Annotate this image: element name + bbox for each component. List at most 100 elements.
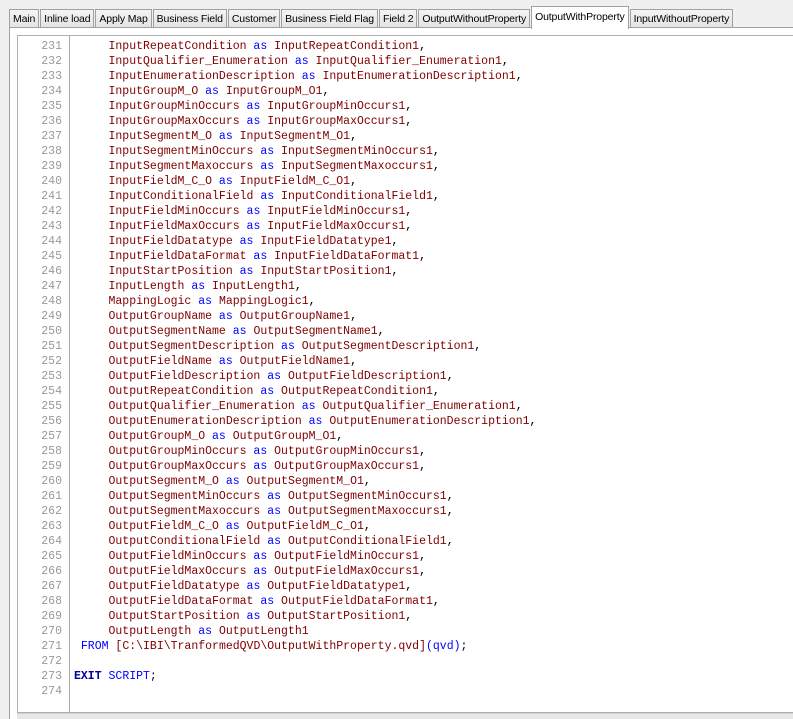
field-token: OutputSegmentDescription1: [301, 340, 475, 353]
line-number: 234: [41, 85, 62, 98]
keyword-token: as: [246, 550, 275, 563]
field-token: InputGroupMaxOccurs: [74, 115, 240, 128]
code-text: OutputSegmentDescription as OutputSegmen…: [74, 339, 482, 354]
code-text: MappingLogic as MappingLogic1,: [74, 294, 316, 309]
line-number: 255: [41, 400, 62, 413]
line-number: 258: [41, 445, 62, 458]
tab-field-2[interactable]: Field 2: [378, 9, 418, 29]
field-token: OutputLength: [74, 625, 192, 638]
field-token: OutputSegmentName1: [253, 325, 378, 338]
code-line: 257 OutputGroupM_O as OutputGroupM_O1,: [18, 429, 793, 444]
code-line: 233 InputEnumerationDescription as Input…: [18, 69, 793, 84]
code-line: 242 InputFieldMinOccurs as InputFieldMin…: [18, 204, 793, 219]
code-text: OutputSegmentMinOccurs as OutputSegmentM…: [74, 489, 454, 504]
keyword-token: as: [260, 535, 288, 548]
field-token: InputFieldDataFormat: [74, 250, 247, 263]
tab-outputwithproperty[interactable]: OutputWithProperty: [531, 6, 629, 29]
punctuation-token: ,: [432, 190, 440, 203]
field-token: InputFieldMaxOccurs1: [267, 220, 406, 233]
field-token: OutputFieldDatatype: [74, 580, 240, 593]
keyword-token: as: [253, 145, 282, 158]
punctuation-token: ,: [405, 205, 413, 218]
code-text: InputEnumerationDescription as InputEnum…: [74, 69, 523, 84]
horizontal-scrollbar[interactable]: [17, 713, 793, 719]
field-token: OutputFieldName1: [239, 355, 351, 368]
field-token: OutputSegmentDescription: [74, 340, 275, 353]
keyword-token: as: [246, 445, 275, 458]
punctuation-token: ,: [419, 445, 426, 458]
tab-inline-load[interactable]: Inline load: [40, 9, 95, 29]
keyword-token: as: [294, 400, 323, 413]
line-number: 245: [41, 250, 62, 263]
script-editor[interactable]: 231 InputRepeatCondition as InputRepeatC…: [17, 35, 793, 713]
field-token: InputFieldM_C_O: [74, 175, 213, 188]
field-token: OutputSegmentM_O1: [246, 475, 364, 488]
code-text: InputFieldDatatype as InputFieldDatatype…: [74, 234, 399, 249]
code-line: 255 OutputQualifier_Enumeration as Outpu…: [18, 399, 793, 414]
tab-business-field[interactable]: Business Field: [152, 9, 227, 29]
tab-apply-map[interactable]: Apply Map: [95, 9, 152, 29]
punctuation-token: ,: [432, 145, 440, 158]
code-line: 247 InputLength as InputLength1,: [18, 279, 793, 294]
punctuation-token: ;: [149, 670, 157, 683]
code-line: 271 FROM [C:\IBI\TranformedQVD\OutputWit…: [18, 639, 793, 654]
field-token: InputEnumerationDescription: [74, 70, 295, 83]
line-number: 263: [41, 520, 62, 533]
field-token: OutputRepeatCondition1: [281, 385, 433, 398]
tab-business-field-flag[interactable]: Business Field Flag: [281, 9, 378, 29]
line-number: 269: [41, 610, 62, 623]
code-line: 244 InputFieldDatatype as InputFieldData…: [18, 234, 793, 249]
field-token: InputGroupM_O: [74, 85, 199, 98]
code-text: OutputLength as OutputLength1: [74, 624, 309, 639]
field-token: InputQualifier_Enumeration: [74, 55, 288, 68]
code-text: OutputStartPosition as OutputStartPositi…: [74, 609, 413, 624]
line-number: 233: [41, 70, 62, 83]
keyword-token: (qvd): [425, 640, 461, 653]
punctuation-token: ,: [446, 490, 454, 503]
code-text: InputGroupM_O as InputGroupM_O1,: [74, 84, 330, 99]
punctuation-token: ,: [446, 535, 454, 548]
field-token: OutputConditionalField: [74, 535, 261, 548]
field-token: OutputGroupM_O1: [232, 430, 337, 443]
field-token: OutputFieldName: [74, 355, 213, 368]
line-number: 241: [41, 190, 62, 203]
line-number: 273: [41, 670, 62, 683]
tab-inputwithoutproperty[interactable]: InputWithoutProperty: [629, 9, 734, 29]
line-number: 232: [41, 55, 62, 68]
code-text: InputStartPosition as InputStartPosition…: [74, 264, 399, 279]
line-number: 247: [41, 280, 62, 293]
line-number: 272: [41, 655, 62, 668]
code-line: 274: [18, 684, 793, 699]
keyword-token: as: [232, 265, 261, 278]
keyword-token: as: [253, 190, 282, 203]
tab-main[interactable]: Main: [9, 9, 40, 29]
punctuation-token: ,: [432, 385, 440, 398]
tab-customer[interactable]: Customer: [227, 9, 281, 29]
keyword-token: SCRIPT: [101, 670, 150, 683]
code-text: InputRepeatCondition as InputRepeatCondi…: [74, 39, 426, 54]
tab-outputwithoutproperty[interactable]: OutputWithoutProperty: [418, 9, 531, 29]
code-text: EXIT SCRIPT;: [74, 669, 157, 684]
punctuation-token: ,: [294, 280, 302, 293]
keyword-token: as: [212, 355, 240, 368]
field-token: MappingLogic: [74, 295, 192, 308]
field-token: OutputGroupMinOccurs1: [274, 445, 420, 458]
field-token: OutputFieldDataFormat1: [281, 595, 433, 608]
code-line: 266 OutputFieldMaxOccurs as OutputFieldM…: [18, 564, 793, 579]
field-token: InputLength1: [212, 280, 295, 293]
field-token: OutputFieldMaxOccurs: [74, 565, 247, 578]
punctuation-token: ,: [515, 400, 523, 413]
code-text: OutputGroupMaxOccurs as OutputGroupMaxOc…: [74, 459, 426, 474]
code-text: OutputEnumerationDescription as OutputEn…: [74, 414, 537, 429]
code-line: 254 OutputRepeatCondition as OutputRepea…: [18, 384, 793, 399]
punctuation-token: ,: [322, 85, 330, 98]
code-line: 273 EXIT SCRIPT;: [18, 669, 793, 684]
code-text: OutputGroupMinOccurs as OutputGroupMinOc…: [74, 444, 426, 459]
field-token: OutputFieldMinOccurs: [74, 550, 247, 563]
punctuation-token: ,: [419, 250, 426, 263]
field-token: OutputSegmentMaxoccurs: [74, 505, 261, 518]
punctuation-token: ,: [405, 580, 413, 593]
field-token: OutputEnumerationDescription: [74, 415, 302, 428]
punctuation-token: ,: [432, 160, 440, 173]
keyword-token: as: [260, 490, 288, 503]
